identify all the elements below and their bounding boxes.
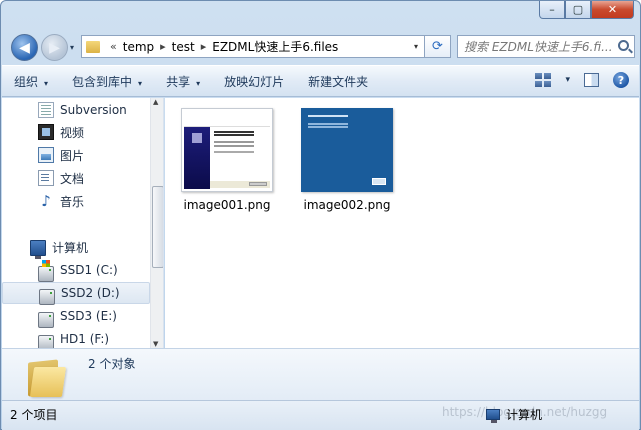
breadcrumb-separator-icon[interactable]: ▸ [160, 40, 166, 53]
scroll-up-icon[interactable]: ▲ [153, 98, 158, 106]
status-location: 计算机 [486, 406, 542, 423]
status-bar: 2 个项目 https://blog.csdn.net/huzgg 计算机 [2, 400, 639, 430]
chevron-down-icon: ▾ [138, 78, 143, 88]
folder-icon [28, 357, 67, 397]
scroll-down-icon[interactable]: ▼ [153, 340, 158, 348]
maximize-button[interactable]: ▢ [565, 1, 591, 19]
image-thumbnail [301, 108, 393, 192]
include-in-library-label: 包含到库中 [72, 74, 133, 89]
caption-buttons: – ▢ ✕ [539, 1, 634, 19]
video-icon [38, 124, 54, 140]
breadcrumb-current-folder[interactable]: EZDML快速上手6.files [212, 38, 338, 55]
back-button[interactable]: ◀ [11, 34, 38, 61]
music-icon: ♪ [41, 192, 51, 210]
computer-icon [486, 409, 500, 423]
forward-button[interactable]: ▶ [41, 34, 68, 61]
scrollbar-thumb[interactable] [152, 186, 163, 268]
breadcrumb-temp[interactable]: temp [123, 40, 154, 54]
command-bar: 组织 ▾ 包含到库中 ▾ 共享 ▾ 放映幻灯片 新建文件夹 ▾ ? [2, 65, 639, 97]
status-location-label: 计算机 [506, 408, 543, 422]
file-list: image001.png image002.png [165, 98, 639, 348]
refresh-button[interactable]: ⟳ [425, 35, 451, 58]
nav-item-drive-f[interactable]: HD1 (F:) [2, 328, 150, 348]
view-controls: ▾ ? [535, 72, 629, 88]
nav-item-label: SSD2 (D:) [61, 286, 120, 300]
nav-item-label: 视频 [60, 125, 85, 140]
minimize-button[interactable]: – [539, 1, 565, 19]
nav-item-label: SSD3 (E:) [60, 309, 117, 323]
nav-item-documents[interactable]: 文档 [2, 167, 150, 189]
file-name: image002.png [303, 198, 391, 212]
breadcrumb-separator-icon[interactable]: ▸ [201, 40, 207, 53]
item-count: 2 个项目 [10, 408, 58, 422]
organize-menu[interactable]: 组织 ▾ [2, 73, 60, 90]
nav-scrollbar[interactable]: ▲ ▼ [150, 98, 163, 348]
search-icon[interactable] [618, 40, 629, 51]
file-item[interactable]: image001.png [171, 108, 283, 212]
slideshow-button[interactable]: 放映幻灯片 [212, 73, 296, 90]
breadcrumb-test[interactable]: test [172, 40, 195, 54]
folder-icon [86, 40, 100, 53]
close-button[interactable]: ✕ [591, 1, 634, 19]
nav-item-videos[interactable]: 视频 [2, 121, 150, 143]
navigation-pane: Subversion 视频 图片 文档 ♪ 音乐 计算机 SSD1 (C:) S [2, 98, 164, 348]
chevron-down-icon: ▾ [44, 78, 49, 88]
chevron-down-icon: ▾ [196, 78, 201, 88]
image-thumbnail [181, 108, 273, 192]
computer-icon [30, 240, 46, 259]
nav-item-label: 音乐 [60, 194, 85, 209]
documents-icon [38, 170, 54, 186]
overflow-chevron[interactable]: « [110, 40, 117, 53]
explorer-window: – ▢ ✕ ◀ ▶ ▾ « temp ▸ test ▸ EZDML快速上手6.f… [0, 0, 641, 430]
pictures-icon [38, 147, 54, 163]
drive-icon [38, 335, 54, 348]
search-placeholder: 搜索 EZDML快速上手6.fi... [464, 40, 613, 54]
nav-item-subversion[interactable]: Subversion [2, 99, 150, 121]
view-options-dropdown[interactable]: ▾ [565, 75, 570, 85]
nav-item-label: 文档 [60, 171, 85, 186]
change-view-icon[interactable] [535, 73, 552, 87]
nav-item-label: SSD1 (C:) [60, 263, 118, 277]
file-name: image001.png [183, 198, 271, 212]
history-dropdown[interactable]: ▾ [70, 43, 74, 52]
system-drive-icon [38, 260, 54, 282]
details-pane: 2 个对象 [2, 348, 639, 400]
address-dropdown-icon[interactable]: ▾ [414, 42, 418, 51]
include-in-library-menu[interactable]: 包含到库中 ▾ [60, 73, 154, 90]
nav-item-drive-e[interactable]: SSD3 (E:) [2, 305, 150, 328]
nav-item-label: 计算机 [52, 240, 89, 255]
nav-item-label: Subversion [60, 103, 127, 117]
selection-count: 2 个对象 [88, 357, 136, 371]
drive-icon [39, 289, 55, 305]
nav-item-drive-d[interactable]: SSD2 (D:) [2, 282, 150, 305]
nav-item-music[interactable]: ♪ 音乐 [2, 190, 150, 212]
nav-item-computer[interactable]: 计算机 [2, 236, 150, 259]
share-label: 共享 [166, 74, 191, 89]
nav-item-drive-c[interactable]: SSD1 (C:) [2, 259, 150, 282]
nav-item-label: HD1 (F:) [60, 332, 110, 346]
navigation-bar: ◀ ▶ ▾ « temp ▸ test ▸ EZDML快速上手6.files ▾… [7, 31, 636, 61]
organize-label: 组织 [14, 74, 39, 89]
search-input[interactable]: 搜索 EZDML快速上手6.fi... [457, 35, 635, 58]
share-menu[interactable]: 共享 ▾ [154, 73, 212, 90]
file-item[interactable]: image002.png [291, 108, 403, 212]
help-icon[interactable]: ? [613, 72, 629, 88]
subversion-icon [38, 102, 54, 118]
new-folder-button[interactable]: 新建文件夹 [296, 73, 380, 90]
drive-icon [38, 312, 54, 328]
preview-pane-icon[interactable] [584, 73, 599, 87]
address-bar[interactable]: « temp ▸ test ▸ EZDML快速上手6.files ▾ [81, 35, 425, 58]
nav-item-pictures[interactable]: 图片 [2, 144, 150, 166]
nav-item-label: 图片 [60, 148, 85, 163]
